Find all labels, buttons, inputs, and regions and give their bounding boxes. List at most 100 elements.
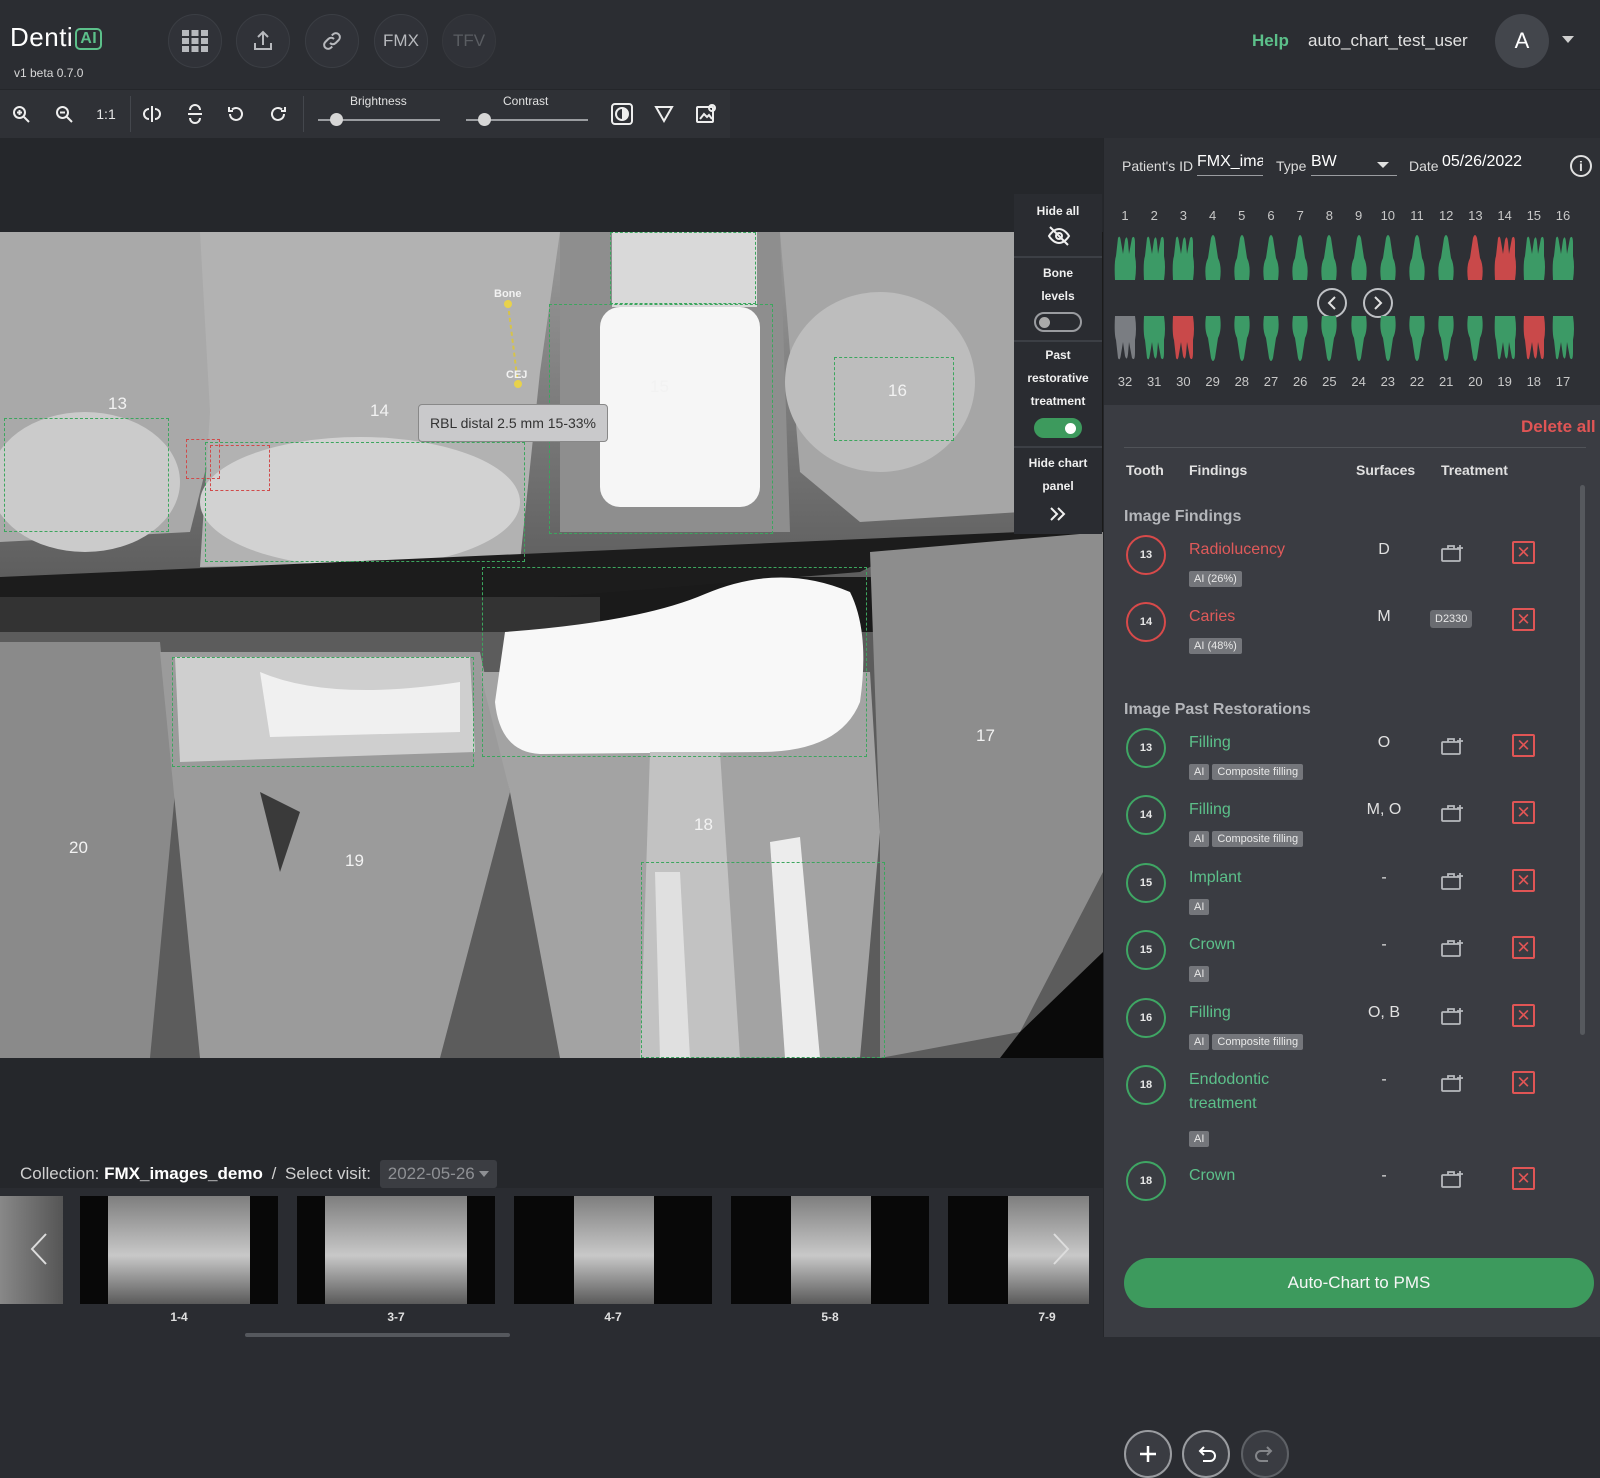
tooth-26[interactable]: [1287, 314, 1313, 364]
crown-box-18[interactable]: [482, 567, 867, 757]
delete-finding-button[interactable]: ✕: [1512, 1071, 1535, 1094]
add-treatment-button[interactable]: [1440, 736, 1466, 756]
tooth-badge[interactable]: 13: [1126, 535, 1166, 575]
delete-finding-button[interactable]: ✕: [1512, 1004, 1535, 1027]
link-button[interactable]: [305, 14, 359, 68]
finding-name[interactable]: Endodontic treatment: [1189, 1071, 1269, 1119]
finding-name[interactable]: Implant: [1189, 869, 1241, 887]
tooth-27[interactable]: [1258, 314, 1284, 364]
tooth-8[interactable]: [1316, 232, 1342, 282]
delete-finding-button[interactable]: ✕: [1512, 734, 1535, 757]
tooth-19[interactable]: [1492, 314, 1518, 364]
tooth-5[interactable]: [1229, 232, 1255, 282]
invert-button[interactable]: [608, 100, 636, 128]
delete-finding-button[interactable]: ✕: [1512, 541, 1535, 564]
date-value[interactable]: 05/26/2022: [1442, 153, 1522, 175]
tooth-32[interactable]: [1112, 314, 1138, 364]
tooth-11[interactable]: [1404, 232, 1430, 282]
hide-chart-panel-button[interactable]: [1049, 506, 1067, 527]
type-select[interactable]: BW: [1311, 153, 1397, 176]
tooth-24[interactable]: [1346, 314, 1372, 364]
tooth-7[interactable]: [1287, 232, 1313, 282]
findings-scrollbar[interactable]: [1580, 485, 1585, 1035]
finding-row[interactable]: 15 Implant - AI ✕: [1104, 863, 1584, 929]
tooth-18[interactable]: [1521, 314, 1547, 364]
tooth-badge[interactable]: 18: [1126, 1161, 1166, 1201]
finding-name[interactable]: Crown: [1189, 1167, 1235, 1185]
rotate-left-button[interactable]: [222, 100, 250, 128]
add-treatment-button[interactable]: [1440, 803, 1466, 823]
tooth-1[interactable]: [1112, 232, 1138, 282]
redo-button[interactable]: [1241, 1430, 1289, 1478]
flip-horizontal-button[interactable]: [138, 100, 166, 128]
surfaces-value[interactable]: -: [1334, 869, 1434, 887]
upload-button[interactable]: [236, 14, 290, 68]
tooth-28[interactable]: [1229, 314, 1255, 364]
actual-size-button[interactable]: 1:1: [92, 100, 120, 128]
implant-box-15[interactable]: [610, 232, 756, 304]
tooth-badge[interactable]: 16: [1126, 998, 1166, 1038]
tooth-14[interactable]: [1492, 232, 1518, 282]
filter-button[interactable]: [650, 100, 678, 128]
tooth-25[interactable]: [1316, 314, 1342, 364]
tooth-badge[interactable]: 14: [1126, 795, 1166, 835]
brightness-slider-handle[interactable]: [330, 113, 344, 126]
finding-row[interactable]: 13 Filling O AI Composite filling ✕: [1104, 728, 1584, 794]
tooth-4[interactable]: [1200, 232, 1226, 282]
thumbnail-item[interactable]: [297, 1196, 495, 1304]
hide-all-button[interactable]: [1047, 226, 1071, 251]
add-treatment-button[interactable]: [1440, 938, 1466, 958]
finding-name[interactable]: Caries: [1189, 608, 1235, 626]
bone-levels-toggle[interactable]: [1034, 312, 1082, 332]
delete-finding-button[interactable]: ✕: [1512, 608, 1535, 631]
tooth-badge[interactable]: 18: [1126, 1065, 1166, 1105]
finding-row[interactable]: 15 Crown - AI ✕: [1104, 930, 1584, 996]
thumbnail-next-button[interactable]: [1052, 1232, 1070, 1271]
tooth-12[interactable]: [1433, 232, 1459, 282]
surfaces-value[interactable]: -: [1334, 1167, 1434, 1185]
fmx-button[interactable]: FMX: [374, 14, 428, 68]
past-restorative-toggle[interactable]: [1034, 418, 1082, 438]
help-link[interactable]: Help: [1252, 31, 1289, 51]
thumbnail-prev-button[interactable]: [30, 1232, 48, 1271]
delete-finding-button[interactable]: ✕: [1512, 869, 1535, 892]
info-icon[interactable]: i: [1570, 155, 1592, 177]
tooth-2[interactable]: [1141, 232, 1167, 282]
endo-box-18[interactable]: [641, 862, 885, 1058]
tfv-button[interactable]: TFV: [442, 14, 496, 68]
finding-name[interactable]: Filling: [1189, 1004, 1231, 1022]
tooth-20[interactable]: [1462, 314, 1488, 364]
finding-row[interactable]: 18 Crown - ✕: [1104, 1161, 1584, 1227]
grid-view-button[interactable]: [168, 14, 222, 68]
zoom-in-button[interactable]: [7, 100, 35, 128]
add-treatment-button[interactable]: [1440, 1169, 1466, 1189]
surfaces-value[interactable]: M: [1334, 608, 1434, 626]
app-logo[interactable]: Denti AI: [10, 22, 103, 53]
finding-row[interactable]: 14 Caries M AI (48%) D2330 ✕: [1104, 602, 1584, 668]
filling-box-19[interactable]: [172, 657, 474, 767]
tooth-badge[interactable]: 14: [1126, 602, 1166, 642]
finding-row[interactable]: 14 Filling M, O AI Composite filling ✕: [1104, 795, 1584, 861]
tooth-badge[interactable]: 13: [1126, 728, 1166, 768]
image-settings-button[interactable]: [692, 100, 720, 128]
finding-name[interactable]: Filling: [1189, 734, 1231, 752]
tooth-17[interactable]: [1550, 314, 1576, 364]
avatar[interactable]: A: [1495, 14, 1549, 68]
tooth-9[interactable]: [1346, 232, 1372, 282]
tooth-23[interactable]: [1375, 314, 1401, 364]
add-finding-button[interactable]: [1124, 1430, 1172, 1478]
chevron-down-icon[interactable]: [1562, 36, 1574, 43]
finding-name[interactable]: Filling: [1189, 801, 1231, 819]
finding-row[interactable]: 16 Filling O, B AI Composite filling ✕: [1104, 998, 1584, 1064]
add-treatment-button[interactable]: [1440, 543, 1466, 563]
surfaces-value[interactable]: M, O: [1334, 801, 1434, 819]
bone-level-measurement[interactable]: [494, 296, 534, 396]
tooth-31[interactable]: [1141, 314, 1167, 364]
patient-id-input[interactable]: FMX_imag: [1197, 153, 1263, 176]
tooth-3[interactable]: [1170, 232, 1196, 282]
undo-button[interactable]: [1182, 1430, 1230, 1478]
add-treatment-button[interactable]: [1440, 1006, 1466, 1026]
tooth-16[interactable]: [1550, 232, 1576, 282]
auto-chart-button[interactable]: Auto-Chart to PMS: [1124, 1258, 1594, 1308]
tooth-10[interactable]: [1375, 232, 1401, 282]
